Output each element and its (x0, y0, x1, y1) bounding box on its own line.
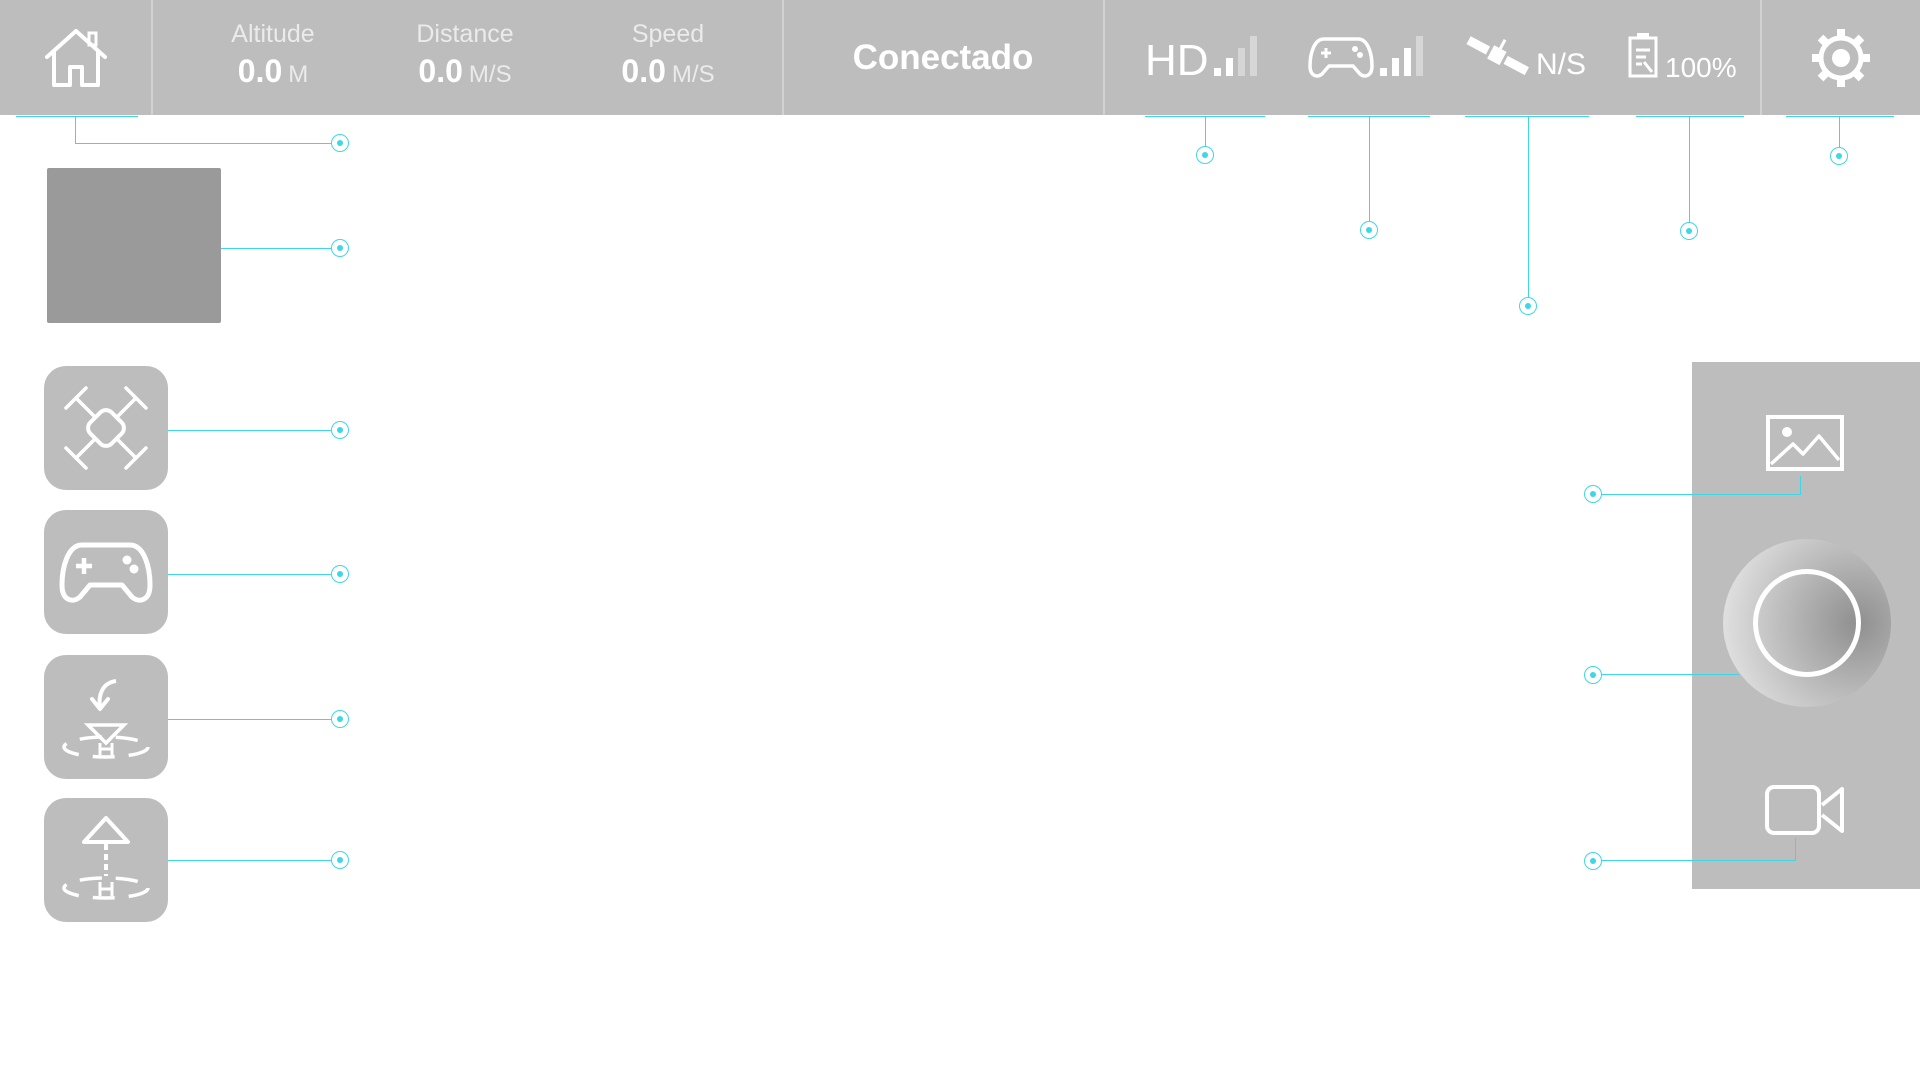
callout-line (168, 860, 340, 861)
distance-label: Distance (416, 20, 514, 48)
altitude-label: Altitude (231, 20, 315, 48)
satellite-icon (1466, 36, 1529, 76)
callout-dot (1519, 297, 1537, 315)
return-home-icon (62, 679, 150, 759)
battery-icon (1628, 33, 1658, 78)
separator (1103, 0, 1105, 115)
callout-line (1800, 476, 1801, 494)
gamepad-icon (1308, 37, 1374, 78)
controller-signal-icon (1380, 36, 1423, 76)
home-icon (44, 28, 107, 87)
camera-thumbnail[interactable] (47, 168, 221, 323)
battery-percentage: 100% (1665, 52, 1737, 83)
callout-dot (331, 421, 349, 439)
controller-button[interactable] (44, 510, 168, 634)
speed-readout: Speed 0.0 M/S (593, 20, 743, 90)
callout-dot (1584, 666, 1602, 684)
callout-line (168, 430, 340, 431)
shutter-button[interactable] (1723, 539, 1891, 707)
callout-line (75, 143, 340, 144)
connection-status: Conectado (852, 37, 1034, 77)
callout-dot (331, 851, 349, 869)
distance-unit: M/S (468, 61, 512, 88)
separator (151, 0, 153, 115)
shutter-icon (1753, 569, 1861, 677)
callout-dot (1196, 146, 1214, 164)
gps-status: N/S (1536, 48, 1587, 81)
speed-label: Speed (631, 20, 705, 48)
speed-value: 0.0 (621, 53, 666, 89)
callout-line (1593, 860, 1796, 861)
callout-dot (331, 710, 349, 728)
callout-dot (1584, 485, 1602, 503)
return-home-button[interactable] (44, 655, 168, 779)
callout-line (168, 719, 340, 720)
video-camera-icon (1765, 785, 1844, 835)
speed-unit: M/S (671, 61, 715, 88)
callout-dot (331, 239, 349, 257)
altitude-value: 0.0 (237, 53, 283, 89)
callout-underline (1786, 116, 1894, 117)
home-button[interactable] (0, 0, 151, 115)
callout-line (1593, 674, 1739, 675)
hd-label: HD (1145, 36, 1209, 85)
settings-button[interactable] (1762, 0, 1920, 115)
callout-line (1528, 116, 1529, 306)
distance-value: 0.0 (418, 53, 463, 89)
takeoff-button[interactable] (44, 798, 168, 922)
gamepad-icon (59, 542, 153, 603)
callout-dot (331, 565, 349, 583)
callout-underline (1636, 116, 1744, 117)
callout-dot (331, 134, 349, 152)
callout-line (1795, 838, 1796, 860)
distance-readout: Distance 0.0 M/S (390, 20, 540, 90)
drone-icon (64, 386, 148, 470)
gear-icon (1812, 28, 1870, 87)
callout-line (1593, 494, 1801, 495)
hd-signal-icon (1214, 36, 1257, 76)
top-status-bar: Altitude 0.0 M Distance 0.0 M/S Speed 0.0 M… (0, 0, 1920, 115)
callout-dot (1680, 222, 1698, 240)
takeoff-icon (62, 816, 150, 900)
callout-line (1369, 116, 1370, 230)
callout-underline (1465, 116, 1589, 117)
callout-underline (16, 116, 138, 117)
callout-dot (1360, 221, 1378, 239)
video-record-button[interactable] (1764, 782, 1846, 838)
altitude-unit: M (288, 61, 309, 88)
callout-line (1689, 116, 1690, 231)
callout-line (168, 574, 340, 575)
callout-dot (1830, 147, 1848, 165)
gallery-button[interactable] (1760, 410, 1850, 476)
altitude-readout: Altitude 0.0 M (203, 20, 343, 90)
gallery-icon (1766, 415, 1844, 471)
callout-line (221, 248, 340, 249)
drone-mode-button[interactable] (44, 366, 168, 490)
callout-dot (1584, 852, 1602, 870)
callout-line (75, 116, 76, 143)
